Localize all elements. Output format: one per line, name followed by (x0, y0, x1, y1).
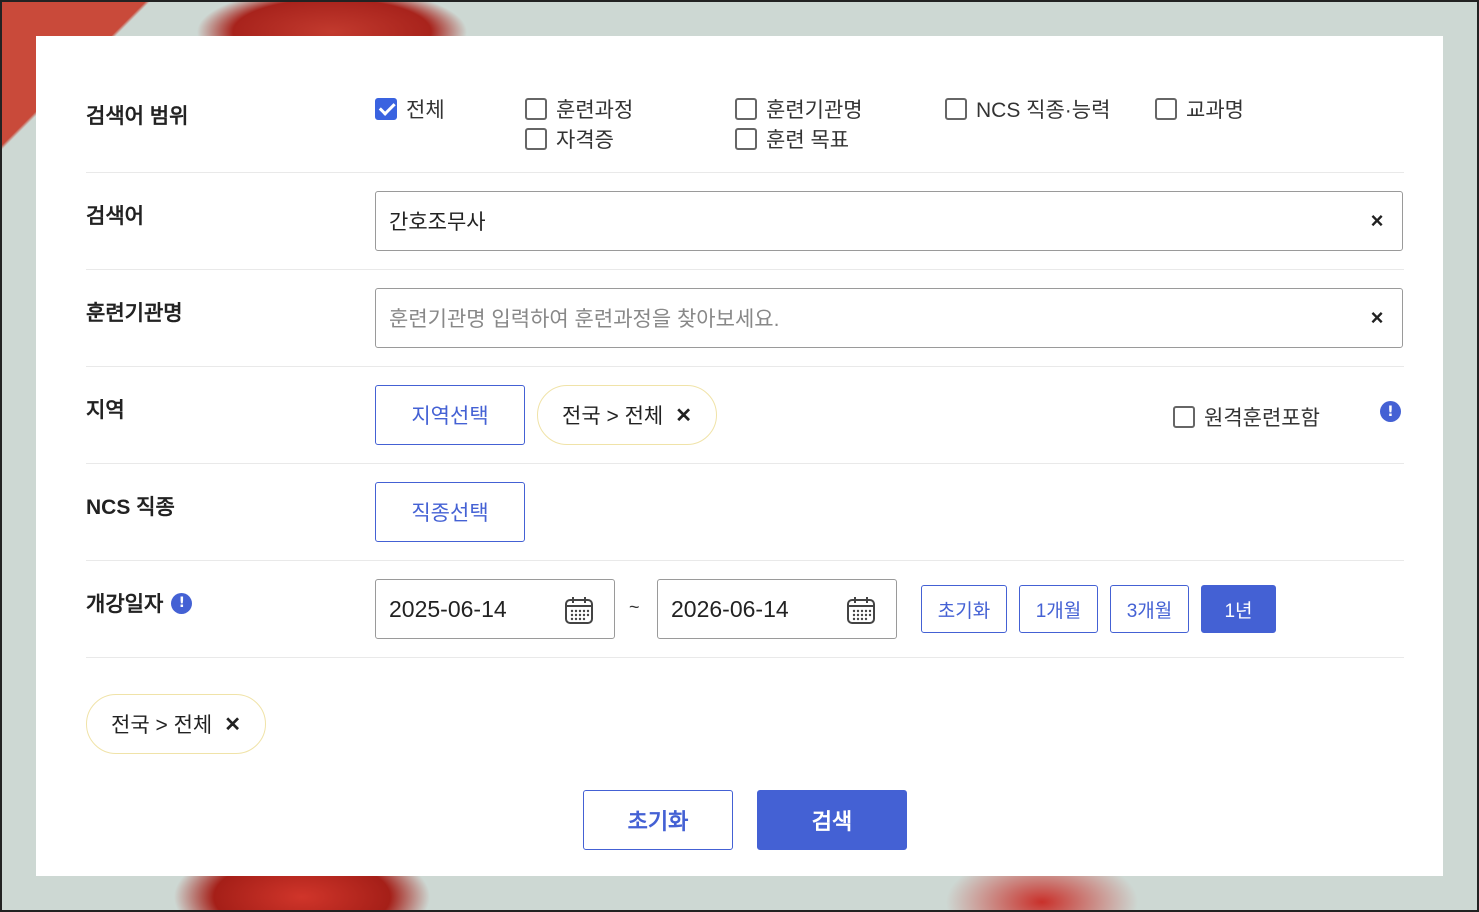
keyword-input[interactable]: 간호조무사 × (375, 191, 1403, 251)
date-from-input[interactable]: 2025-06-14 (375, 579, 615, 639)
scope-all-checkbox[interactable]: 전체 (375, 94, 445, 124)
calendar-icon[interactable] (846, 595, 876, 625)
search-scope-label: 검색어 범위 (86, 105, 189, 128)
info-icon[interactable]: ! (171, 592, 193, 614)
scope-institution-label: 훈련기관명 (766, 99, 863, 122)
scope-certificate-checkbox[interactable]: 자격증 (525, 124, 614, 154)
checkbox-icon (735, 128, 757, 150)
search-button[interactable]: 검색 (757, 790, 907, 850)
scope-subject-checkbox[interactable]: 교과명 (1155, 94, 1244, 124)
keyword-value: 간호조무사 (389, 211, 486, 234)
checkbox-icon (1155, 98, 1177, 120)
region-label: 지역 (86, 399, 125, 422)
preset-1month-button[interactable]: 1개월 (1019, 585, 1098, 633)
close-icon[interactable]: ✕ (675, 403, 692, 428)
info-icon[interactable]: ! (1380, 401, 1401, 422)
selected-filter-chip: 전국 > 전체 ✕ (86, 694, 266, 754)
date-from-value: 2025-06-14 (389, 595, 507, 622)
region-select-button[interactable]: 지역선택 (375, 385, 525, 445)
region-chip-label: 전국 > 전체 (562, 405, 664, 428)
institution-input[interactable]: 훈련기관명 입력하여 훈련과정을 찾아보세요. × (375, 288, 1403, 348)
preset-3month-button[interactable]: 3개월 (1110, 585, 1189, 633)
keyword-clear-icon[interactable]: × (1366, 210, 1388, 232)
institution-clear-icon[interactable]: × (1366, 307, 1388, 329)
open-date-row: 개강일자 ! 2025-06-14 ~ 2026-06-14 초기화 1개월 3… (86, 561, 1404, 658)
search-filter-panel: 검색어 범위 전체 훈련과정 훈련기관명 NCS 직종·능력 교과명 자격증 훈… (36, 36, 1443, 876)
institution-label: 훈련기관명 (86, 302, 183, 325)
checkbox-icon (525, 128, 547, 150)
close-icon[interactable]: ✕ (224, 712, 241, 737)
scope-goal-checkbox[interactable]: 훈련 목표 (735, 124, 849, 154)
scope-institution-checkbox[interactable]: 훈련기관명 (735, 94, 863, 124)
ncs-label: NCS 직종 (86, 496, 175, 519)
remote-training-label: 원격훈련포함 (1204, 407, 1320, 430)
reset-button[interactable]: 초기화 (583, 790, 733, 850)
scope-certificate-label: 자격증 (556, 129, 614, 152)
search-scope-row: 검색어 범위 전체 훈련과정 훈련기관명 NCS 직종·능력 교과명 자격증 훈… (86, 36, 1404, 173)
scope-course-label: 훈련과정 (556, 99, 634, 122)
scope-ncs-checkbox[interactable]: NCS 직종·능력 (945, 94, 1110, 124)
scope-ncs-label: NCS 직종·능력 (976, 99, 1111, 122)
checkbox-icon (1173, 406, 1195, 428)
selected-filter-label: 전국 > 전체 (111, 714, 213, 737)
keyword-row: 검색어 간호조무사 × (86, 173, 1404, 270)
checkbox-icon (735, 98, 757, 120)
open-date-label: 개강일자 (86, 593, 164, 616)
scope-course-checkbox[interactable]: 훈련과정 (525, 94, 633, 124)
calendar-icon[interactable] (564, 595, 594, 625)
scope-goal-label: 훈련 목표 (766, 129, 850, 152)
checkbox-icon (525, 98, 547, 120)
checkbox-icon (945, 98, 967, 120)
remote-training-checkbox[interactable]: 원격훈련포함 (1173, 402, 1320, 432)
institution-placeholder: 훈련기관명 입력하여 훈련과정을 찾아보세요. (389, 308, 780, 331)
date-to-input[interactable]: 2026-06-14 (657, 579, 897, 639)
preset-reset-button[interactable]: 초기화 (921, 585, 1007, 633)
ncs-select-button[interactable]: 직종선택 (375, 482, 525, 542)
date-separator: ~ (629, 597, 640, 617)
scope-subject-label: 교과명 (1186, 99, 1244, 122)
date-to-value: 2026-06-14 (671, 595, 789, 622)
region-chip: 전국 > 전체 ✕ (537, 385, 717, 445)
region-row: 지역 지역선택 전국 > 전체 ✕ 원격훈련포함 ! (86, 367, 1404, 464)
keyword-label: 검색어 (86, 205, 144, 228)
checkbox-checked-icon (375, 98, 397, 120)
ncs-row: NCS 직종 직종선택 (86, 464, 1404, 561)
institution-row: 훈련기관명 훈련기관명 입력하여 훈련과정을 찾아보세요. × (86, 270, 1404, 367)
preset-1year-button[interactable]: 1년 (1201, 585, 1276, 633)
scope-all-label: 전체 (406, 99, 445, 122)
open-date-label-group: 개강일자 ! (86, 588, 193, 618)
